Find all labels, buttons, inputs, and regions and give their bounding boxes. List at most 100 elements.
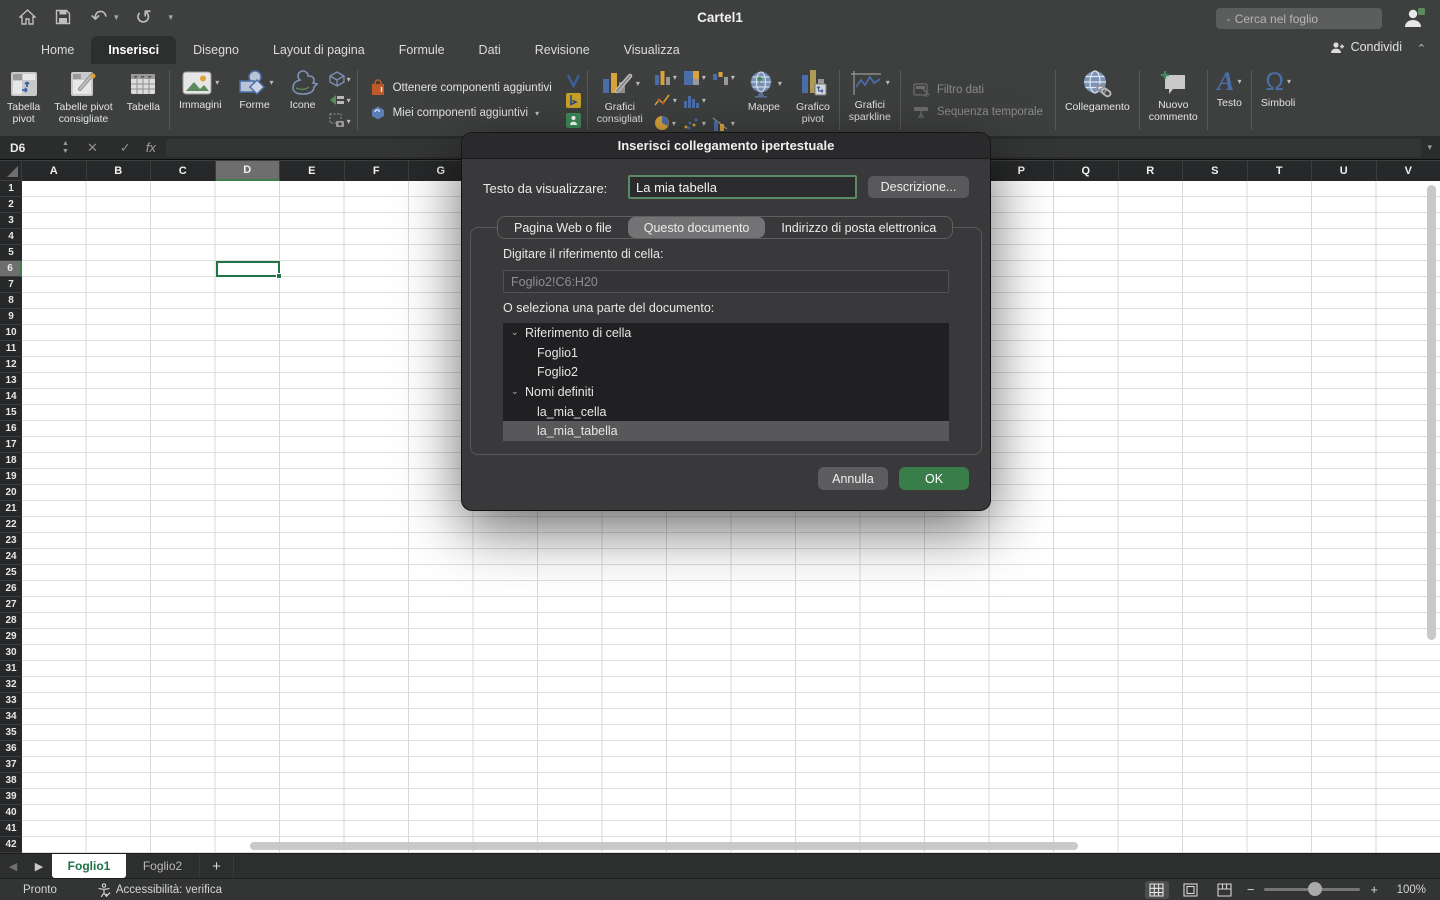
scatter-chart-button[interactable]: ▾	[683, 113, 706, 134]
shapes-button[interactable]: ▾ Forme	[229, 64, 281, 136]
tree-item-la_mia_tabella[interactable]: la_mia_tabella	[503, 421, 949, 441]
ribbon-tab-revisione[interactable]: Revisione	[518, 36, 607, 64]
vertical-scrollbar-thumb[interactable]	[1427, 185, 1436, 640]
page-layout-view-icon[interactable]	[1179, 881, 1203, 899]
tree-item-foglio1[interactable]: Foglio1	[503, 343, 949, 363]
row-header-13[interactable]: 13	[0, 373, 22, 389]
row-header-40[interactable]: 40	[0, 805, 22, 821]
row-header-8[interactable]: 8	[0, 293, 22, 309]
chevron-down-icon[interactable]: ⌄	[511, 386, 525, 397]
accessibility-status[interactable]: Accessibilità: verifica	[97, 883, 222, 897]
bing-maps-button[interactable]	[566, 93, 581, 108]
row-header-27[interactable]: 27	[0, 597, 22, 613]
symbols-button[interactable]: Ω ▾ Simboli	[1254, 64, 1302, 136]
dialog-tab-questo-documento[interactable]: Questo documento	[628, 217, 766, 238]
recommended-charts-button[interactable]: ▾ Grafici consigliati	[590, 64, 650, 136]
pictures-button[interactable]: ▾ Immagini	[172, 64, 229, 136]
column-header-F[interactable]: F	[345, 161, 410, 181]
column-header-Q[interactable]: Q	[1054, 161, 1119, 181]
row-header-22[interactable]: 22	[0, 517, 22, 533]
row-header-24[interactable]: 24	[0, 549, 22, 565]
row-header-41[interactable]: 41	[0, 821, 22, 837]
cancel-button[interactable]: Annulla	[818, 467, 888, 490]
sheet-tab-foglio1[interactable]: Foglio1	[52, 854, 126, 878]
row-header-10[interactable]: 10	[0, 325, 22, 341]
ribbon-tab-disegno[interactable]: Disegno	[176, 36, 256, 64]
normal-view-icon[interactable]	[1145, 881, 1169, 899]
people-graph-button[interactable]	[566, 113, 581, 128]
horizontal-scrollbar-thumb[interactable]	[250, 842, 1078, 850]
sparklines-button[interactable]: ▾ Grafici sparkline	[842, 64, 898, 136]
column-header-B[interactable]: B	[87, 161, 152, 181]
row-header-36[interactable]: 36	[0, 741, 22, 757]
search-box[interactable]: ⌄	[1216, 8, 1382, 29]
share-button[interactable]: Condividi	[1330, 40, 1402, 54]
row-header-9[interactable]: 9	[0, 309, 22, 325]
column-header-A[interactable]: A	[22, 161, 87, 181]
page-break-view-icon[interactable]	[1213, 881, 1237, 899]
row-header-26[interactable]: 26	[0, 581, 22, 597]
row-header-25[interactable]: 25	[0, 565, 22, 581]
zoom-in-button[interactable]: +	[1370, 882, 1378, 897]
column-header-V[interactable]: V	[1377, 161, 1440, 181]
display-text-input[interactable]	[628, 175, 857, 199]
new-comment-button[interactable]: Nuovo commento	[1142, 64, 1205, 136]
row-header-1[interactable]: 1	[0, 181, 22, 197]
recommended-pivot-tables-button[interactable]: Tabelle pivot consigliate	[47, 64, 119, 136]
row-header-31[interactable]: 31	[0, 661, 22, 677]
icons-button[interactable]: Icone	[281, 64, 325, 136]
area-chart-button[interactable]: ▾	[683, 67, 706, 88]
row-header-4[interactable]: 4	[0, 229, 22, 245]
name-box[interactable]: D6	[0, 141, 62, 155]
tree-item-la_mia_cella[interactable]: la_mia_cella	[503, 402, 949, 422]
ribbon-tab-layout-di-pagina[interactable]: Layout di pagina	[256, 36, 382, 64]
cell-reference-input[interactable]	[503, 270, 949, 293]
visio-data-button[interactable]	[566, 73, 581, 88]
column-header-S[interactable]: S	[1183, 161, 1248, 181]
column-header-E[interactable]: E	[280, 161, 345, 181]
column-header-D[interactable]: D	[216, 161, 281, 181]
table-button[interactable]: Tabella	[120, 64, 167, 136]
confirm-entry-icon[interactable]: ✓	[109, 140, 142, 156]
zoom-out-button[interactable]: −	[1247, 882, 1255, 897]
chevron-down-icon[interactable]: ⌄	[511, 327, 525, 338]
screenshot-button[interactable]: ▾	[329, 113, 351, 129]
add-sheet-button[interactable]: +	[200, 854, 234, 878]
zoom-slider[interactable]	[1264, 888, 1360, 891]
histogram-chart-button[interactable]: ▾	[683, 90, 706, 111]
fill-handle[interactable]	[276, 273, 282, 279]
row-header-11[interactable]: 11	[0, 341, 22, 357]
pie-chart-button[interactable]: ▾	[654, 113, 677, 134]
link-button[interactable]: Collegamento	[1058, 64, 1137, 136]
search-input[interactable]	[1235, 12, 1390, 26]
row-header-5[interactable]: 5	[0, 245, 22, 261]
row-header-7[interactable]: 7	[0, 277, 22, 293]
tree-item-nomi-definiti[interactable]: ⌄Nomi definiti	[503, 382, 949, 402]
formula-bar-expand-icon[interactable]: ▾	[1427, 142, 1440, 153]
row-header-42[interactable]: 42	[0, 837, 22, 853]
row-header-2[interactable]: 2	[0, 197, 22, 213]
insert-function-icon[interactable]: fx	[142, 140, 166, 155]
my-addins-button[interactable]: Miei componenti aggiuntivi ▾	[370, 105, 552, 121]
sheet-tab-foglio2[interactable]: Foglio2	[126, 854, 200, 878]
row-header-16[interactable]: 16	[0, 421, 22, 437]
smartart-button[interactable]: ▾	[329, 92, 351, 108]
collapse-ribbon-icon[interactable]: ⌃	[1417, 42, 1426, 55]
column-chart-button[interactable]: ▾	[654, 67, 677, 88]
waterfall-chart-button[interactable]: ▾	[712, 67, 735, 88]
column-header-U[interactable]: U	[1312, 161, 1377, 181]
line-chart-button[interactable]: ▾	[654, 90, 677, 111]
row-header-14[interactable]: 14	[0, 389, 22, 405]
document-tree-listbox[interactable]: ⌄Riferimento di cellaFoglio1Foglio2⌄Nomi…	[503, 323, 949, 441]
ribbon-tab-home[interactable]: Home	[24, 36, 91, 64]
row-header-37[interactable]: 37	[0, 757, 22, 773]
name-box-stepper[interactable]: ▲▼	[62, 140, 76, 155]
pivot-table-button[interactable]: Tabella pivot	[0, 64, 47, 136]
row-header-6[interactable]: 6	[0, 261, 22, 277]
row-header-33[interactable]: 33	[0, 693, 22, 709]
row-header-18[interactable]: 18	[0, 453, 22, 469]
ribbon-tab-inserisci[interactable]: Inserisci	[91, 36, 176, 64]
column-header-R[interactable]: R	[1119, 161, 1184, 181]
row-header-23[interactable]: 23	[0, 533, 22, 549]
row-header-32[interactable]: 32	[0, 677, 22, 693]
